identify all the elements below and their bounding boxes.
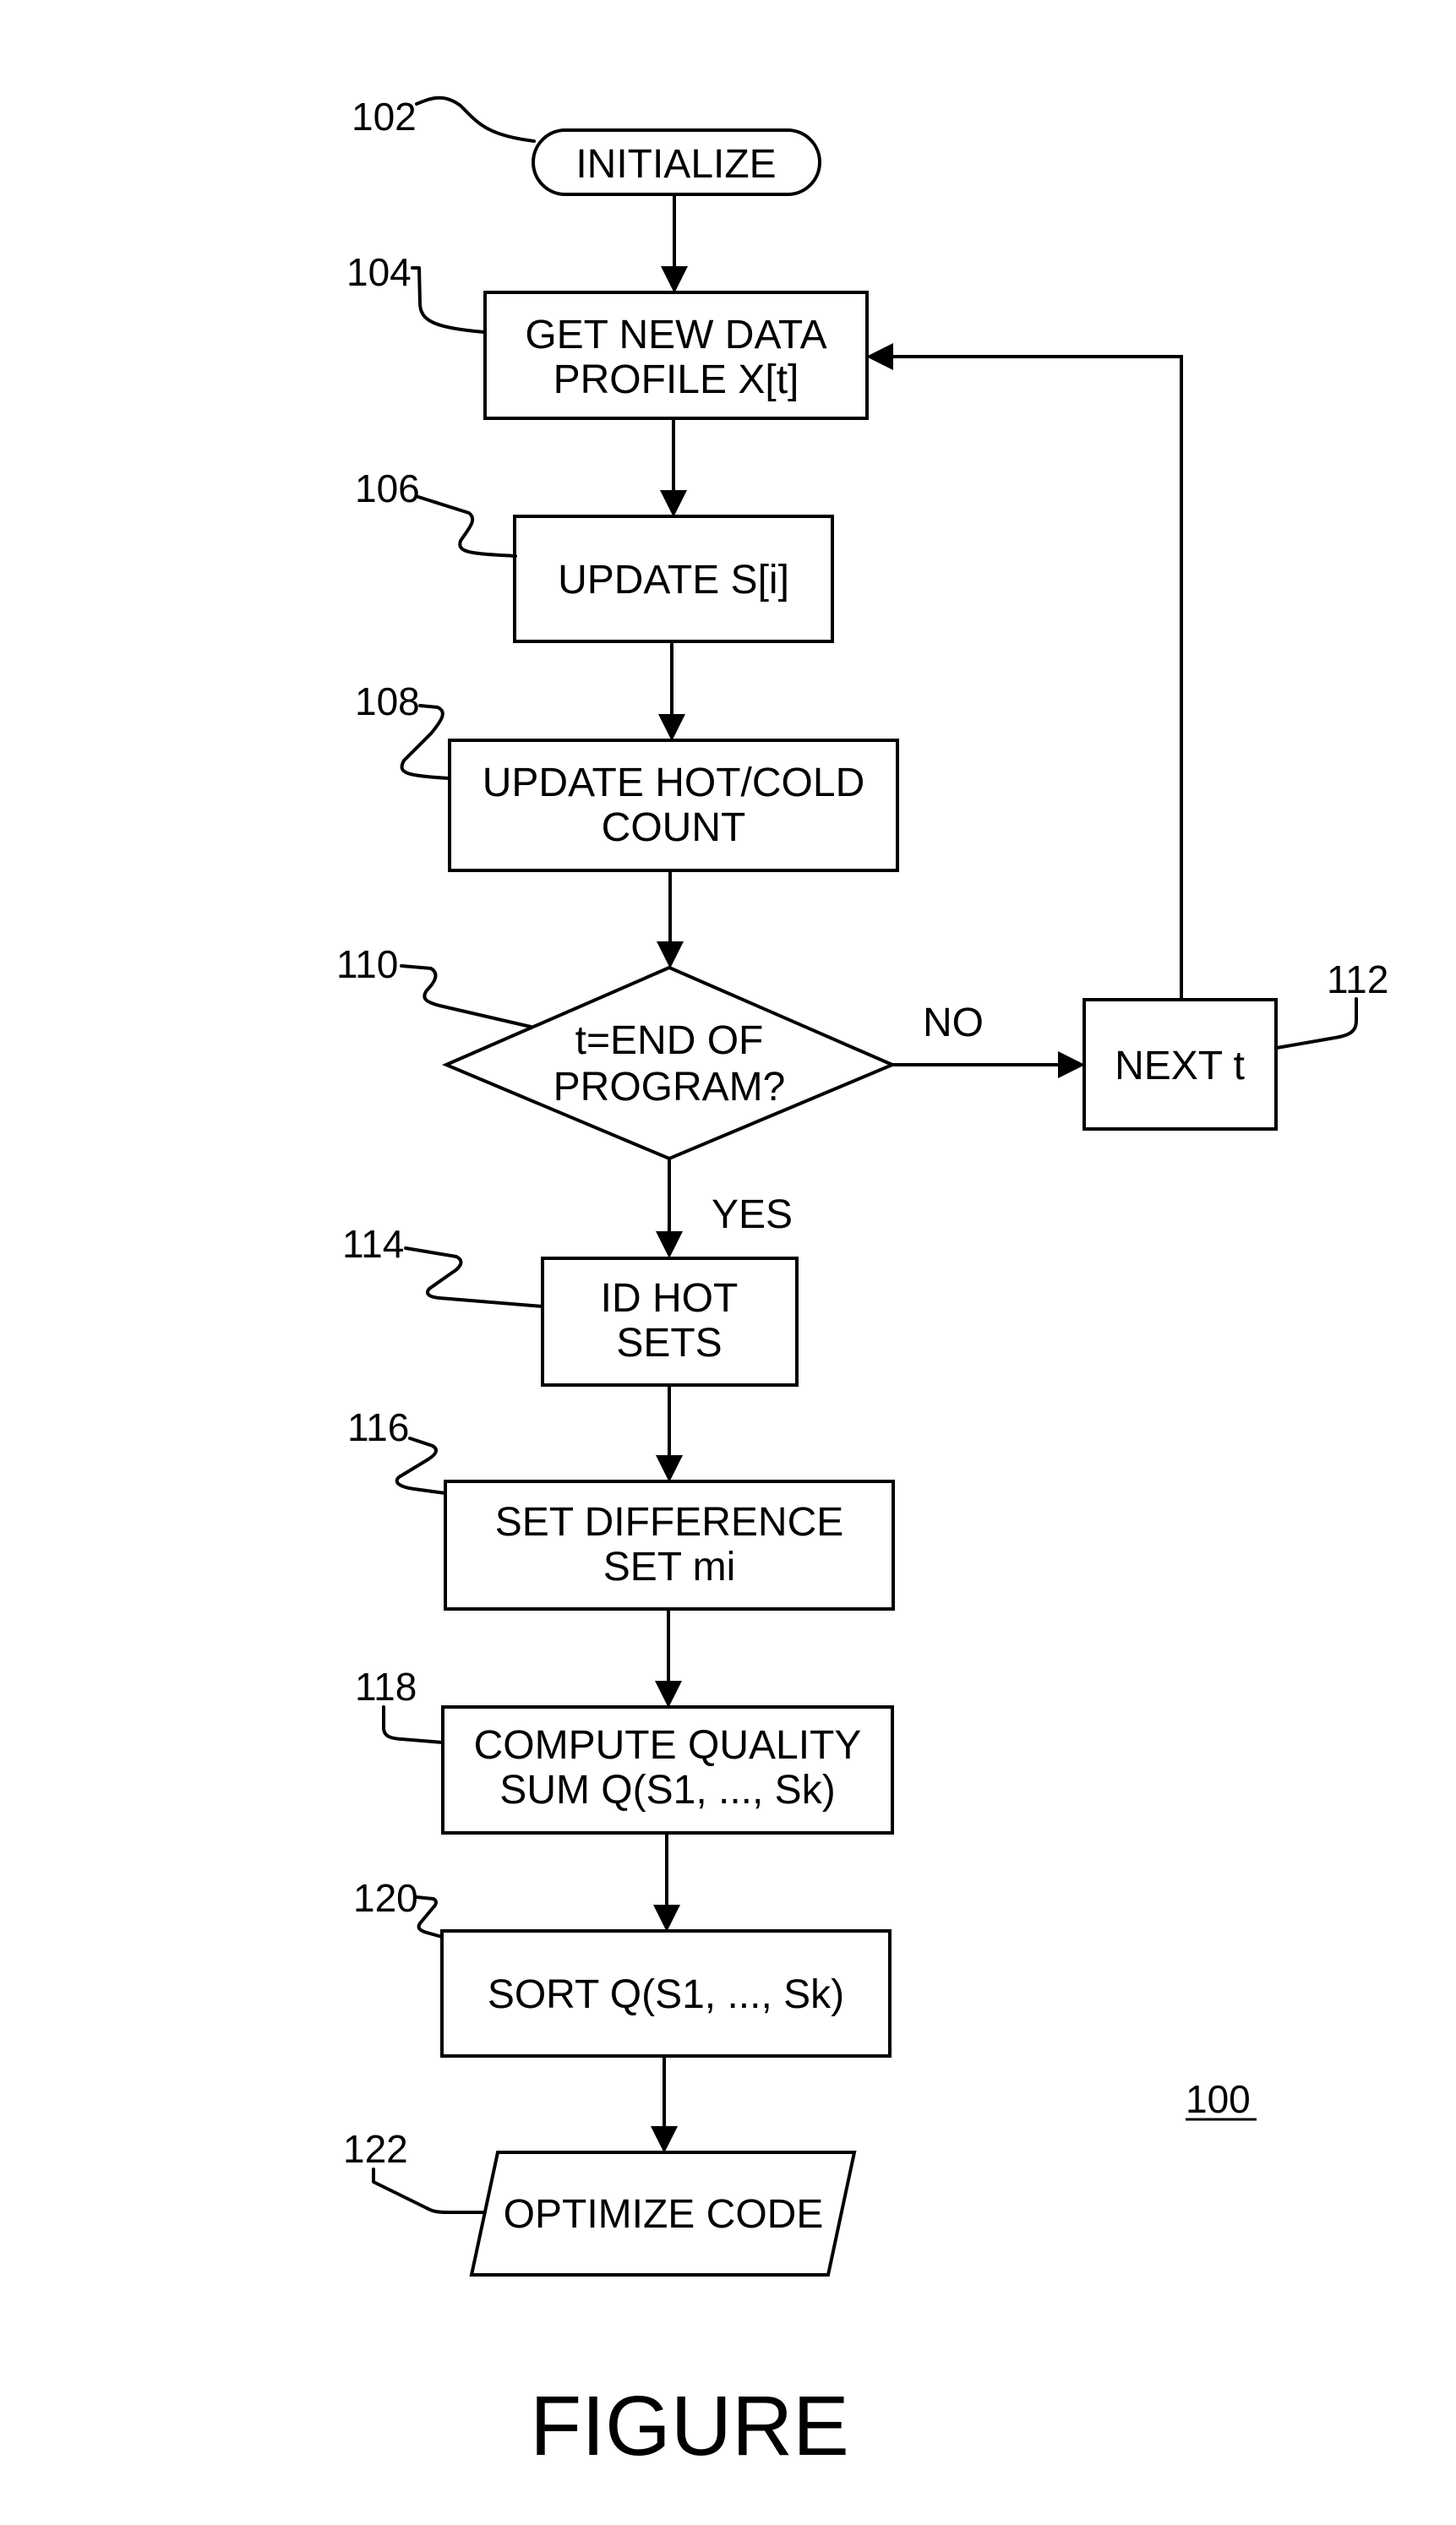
flowchart: INITIALIZE GET NEW DATA PROFILE X[t] UPD… xyxy=(336,95,1388,2473)
node-update-hot-cold-line-1: UPDATE HOT/COLD xyxy=(483,761,864,805)
connectors xyxy=(651,194,1183,2153)
edge-label-no: NO xyxy=(923,1001,984,1045)
edge-label-yes: YES xyxy=(712,1192,793,1237)
node-initialize-label: INITIALIZE xyxy=(575,142,776,187)
node-set-difference-line-1: SET DIFFERENCE xyxy=(495,1500,844,1545)
ref-108: 108 xyxy=(355,679,420,723)
leader-122 xyxy=(372,2168,484,2214)
ref-102: 102 xyxy=(352,95,417,139)
node-update-hot-cold: UPDATE HOT/COLD COUNT xyxy=(448,739,899,872)
node-initialize: INITIALIZE xyxy=(532,128,821,196)
node-next-t: NEXT t xyxy=(1082,998,1278,1131)
decision-shape xyxy=(441,965,897,1161)
node-id-hot-sets: ID HOT SETS xyxy=(541,1257,799,1387)
node-optimize-code-label: OPTIMIZE CODE xyxy=(504,2192,824,2237)
ref-120: 120 xyxy=(353,1876,418,1920)
node-end-check-line-1: t=END OF xyxy=(575,1018,764,1063)
leader-104 xyxy=(411,266,486,334)
leader-120 xyxy=(415,1895,444,1939)
node-end-check-line-2: PROGRAM? xyxy=(553,1065,786,1110)
leader-106 xyxy=(417,495,517,558)
node-end-check: t=END OF PROGRAM? xyxy=(441,965,897,1161)
node-get-profile: GET NEW DATA PROFILE X[t] xyxy=(483,291,869,420)
ref-122: 122 xyxy=(343,2127,408,2171)
node-next-t-label: NEXT t xyxy=(1115,1044,1245,1088)
node-set-difference: SET DIFFERENCE SET mi xyxy=(444,1480,895,1611)
node-get-profile-line-1: GET NEW DATA xyxy=(525,313,826,357)
ref-118: 118 xyxy=(355,1665,417,1709)
leader-118 xyxy=(382,1705,444,1744)
node-compute-quality: COMPUTE QUALITY SUM Q(S1, ..., Sk) xyxy=(441,1705,894,1835)
node-set-difference-line-2: SET mi xyxy=(603,1545,735,1590)
ref-112: 112 xyxy=(1327,957,1388,1001)
node-optimize-code: OPTIMIZE CODE xyxy=(469,2151,857,2277)
edge-next-t-loop-to-get-profile xyxy=(866,343,1183,1000)
node-get-profile-line-2: PROFILE X[t] xyxy=(553,357,799,402)
node-update-hot-cold-line-2: COUNT xyxy=(602,805,746,850)
ref-116: 116 xyxy=(347,1405,409,1449)
figure-reference-number: 100 xyxy=(1186,2077,1251,2121)
ref-114: 114 xyxy=(342,1222,404,1266)
node-sort-quality-label: SORT Q(S1, ..., Sk) xyxy=(488,1972,844,2017)
leader-112 xyxy=(1275,997,1358,1050)
ref-106: 106 xyxy=(355,466,420,510)
leader-110 xyxy=(400,964,532,1028)
ref-104: 104 xyxy=(346,250,412,294)
figure-caption: FIGURE xyxy=(530,2379,849,2473)
ref-110: 110 xyxy=(336,942,398,986)
leader-102 xyxy=(415,95,536,143)
node-id-hot-sets-line-2: SETS xyxy=(616,1321,722,1366)
leader-114 xyxy=(404,1246,544,1308)
node-update-s-label: UPDATE S[i] xyxy=(558,558,789,603)
node-compute-quality-line-1: COMPUTE QUALITY xyxy=(474,1723,862,1768)
node-sort-quality: SORT Q(S1, ..., Sk) xyxy=(440,1929,892,2058)
node-id-hot-sets-line-1: ID HOT xyxy=(601,1276,739,1321)
node-update-s: UPDATE S[i] xyxy=(513,515,834,643)
node-compute-quality-line-2: SUM Q(S1, ..., Sk) xyxy=(499,1768,835,1813)
